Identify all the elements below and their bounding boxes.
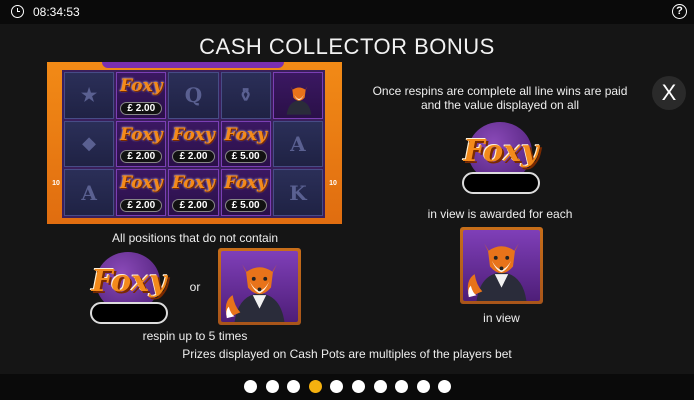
foxy-logo-right: Foxy bbox=[462, 122, 540, 196]
fox-icon bbox=[225, 264, 285, 322]
fox-tile-inner bbox=[221, 251, 298, 322]
foxy-logo-value-bar bbox=[462, 172, 540, 194]
reel-cell: ★ bbox=[64, 72, 115, 119]
page-dot[interactable] bbox=[244, 380, 257, 393]
diamond-icon: ◆ bbox=[82, 133, 97, 155]
reel-cell: Foxy £ 2.00 bbox=[116, 169, 167, 216]
reel-badge-left: 10 bbox=[52, 180, 60, 187]
foxy-symbol: Foxy bbox=[224, 173, 267, 194]
bottle-icon: ⚱ bbox=[238, 84, 254, 106]
help-icon[interactable]: ? bbox=[672, 4, 687, 19]
card-symbol: K bbox=[289, 180, 307, 205]
reel-cell: K bbox=[272, 169, 323, 216]
status-bar: 08:34:53 ? bbox=[0, 0, 694, 24]
value-displayed-note: and the value displayed on all bbox=[420, 98, 580, 112]
page-dot[interactable] bbox=[308, 380, 322, 393]
cash-value: £ 2.00 bbox=[120, 150, 163, 164]
reel-cell: Foxy £ 2.00 bbox=[168, 120, 219, 168]
foxy-logo-value-bar bbox=[90, 302, 168, 324]
page-dot[interactable] bbox=[352, 380, 365, 393]
foxy-symbol: Foxy bbox=[224, 124, 267, 145]
page-dot[interactable] bbox=[265, 380, 279, 393]
foxy-symbol: Foxy bbox=[120, 173, 163, 194]
fox-tile-inner bbox=[463, 230, 540, 301]
reel-cell: A bbox=[272, 120, 323, 168]
foxy-logo-cell-icon: ★ bbox=[81, 84, 98, 106]
reel-illustration: 10 10 ★ Foxy £ 2.00 Q ⚱ ◆ Foxy £ 2.00 Foxy £ 2.00… bbox=[47, 62, 342, 224]
or-label: or bbox=[189, 280, 201, 294]
cash-value: £ 2.00 bbox=[172, 150, 215, 164]
reel-cell: Foxy £ 2.00 bbox=[116, 72, 167, 119]
reel-cell: A bbox=[64, 169, 115, 216]
card-symbol: A bbox=[290, 131, 306, 156]
positions-note: All positions that do not contain bbox=[111, 231, 279, 245]
fox-symbol-tile-left bbox=[218, 248, 301, 325]
reel-cell: ⚱ bbox=[220, 72, 271, 119]
reel-badge-right: 10 bbox=[329, 180, 337, 187]
pagination bbox=[0, 374, 694, 400]
close-button[interactable]: X bbox=[652, 76, 686, 110]
page-dot[interactable] bbox=[395, 380, 409, 393]
fox-icon bbox=[467, 243, 527, 301]
reel-header-bar bbox=[102, 62, 284, 68]
foxy-logo-word: Foxy bbox=[463, 134, 539, 169]
card-symbol: Q bbox=[184, 83, 203, 108]
reel-cell bbox=[272, 72, 323, 119]
cash-value: £ 2.00 bbox=[120, 101, 163, 115]
page-title: CASH COLLECTOR BONUS bbox=[199, 34, 495, 59]
fox-symbol-tile-right bbox=[460, 227, 543, 304]
prizes-note: Prizes displayed on Cash Pots are multip… bbox=[182, 347, 512, 361]
clock-time: 08:34:53 bbox=[33, 5, 80, 19]
page-dot[interactable] bbox=[416, 380, 430, 393]
card-symbol: A bbox=[81, 180, 97, 205]
cash-value: £ 2.00 bbox=[172, 199, 215, 212]
reel-cell: Q bbox=[168, 72, 219, 119]
page-dot[interactable] bbox=[330, 380, 344, 393]
page-dot[interactable] bbox=[373, 380, 387, 393]
reel-cell: Foxy £ 2.00 bbox=[168, 169, 219, 216]
awarded-note: in view is awarded for each bbox=[427, 207, 573, 221]
foxy-logo-word: Foxy bbox=[91, 264, 167, 299]
foxy-symbol: Foxy bbox=[172, 173, 215, 194]
reel-cell: Foxy £ 5.00 bbox=[220, 120, 271, 168]
page-dot[interactable] bbox=[287, 380, 301, 393]
respins-complete-note: Once respins are complete all line wins … bbox=[372, 84, 628, 98]
clock-icon bbox=[11, 5, 24, 18]
cash-value: £ 5.00 bbox=[224, 199, 267, 212]
reel-cell: ◆ bbox=[64, 120, 115, 168]
page-dot[interactable] bbox=[438, 380, 452, 393]
foxy-symbol: Foxy bbox=[120, 124, 163, 145]
foxy-symbol: Foxy bbox=[172, 124, 215, 145]
cash-value: £ 5.00 bbox=[224, 150, 267, 164]
cash-value: £ 2.00 bbox=[120, 199, 163, 212]
foxy-logo-left: Foxy bbox=[90, 252, 168, 326]
respin-note: respin up to 5 times bbox=[142, 329, 248, 343]
in-view-note: in view bbox=[483, 311, 520, 325]
reel-grid: ★ Foxy £ 2.00 Q ⚱ ◆ Foxy £ 2.00 Foxy £ 2.00 Foxy £ … bbox=[62, 70, 325, 218]
reel-cell: Foxy £ 5.00 bbox=[220, 169, 271, 216]
fox-icon bbox=[286, 86, 312, 115]
foxy-symbol: Foxy bbox=[120, 76, 163, 96]
reel-cell: Foxy £ 2.00 bbox=[116, 120, 167, 168]
